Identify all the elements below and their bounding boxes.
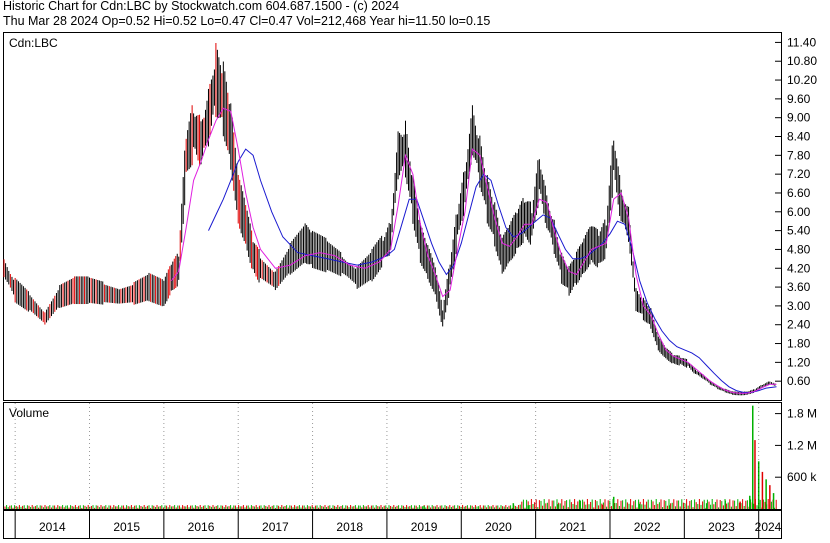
price-tick-label: 5.40 [787,224,811,238]
price-tick-label: 9.60 [787,92,811,106]
year-label: 2014 [39,520,66,534]
volume-label: Volume [9,406,49,420]
price-tick-label: 4.80 [787,242,811,256]
year-label: 2022 [634,520,661,534]
price-tick-label: 10.20 [787,73,817,87]
price-tick-label: 0.60 [787,374,811,388]
price-tick-label: 6.00 [787,205,811,219]
price-tick-label: 3.60 [787,280,811,294]
year-label: 2023 [708,520,735,534]
year-label: 2019 [411,520,438,534]
volume-tick-label: 1.8 M [787,407,817,421]
price-tick-label: 10.80 [787,54,817,68]
price-tick-label: 11.40 [787,35,816,49]
price-tick-label: 2.40 [787,318,811,332]
price-tick-label: 7.80 [787,148,811,162]
price-tick-label: 8.40 [787,130,811,144]
symbol-label: Cdn:LBC [9,36,58,50]
year-label: 2015 [113,520,140,534]
year-label: 2020 [485,520,512,534]
price-tick-label: 9.00 [787,111,811,125]
price-tick-label: 1.80 [787,337,811,351]
year-label: 2016 [188,520,215,534]
year-label: 2018 [336,520,363,534]
volume-tick-label: 1.2 M [787,438,817,452]
volume-panel [3,402,782,510]
price-tick-label: 6.60 [787,186,811,200]
price-tick-label: 7.20 [787,167,811,181]
year-label: 2017 [262,520,289,534]
year-label: 2021 [559,520,586,534]
price-tick-label: 4.20 [787,261,811,275]
year-label: 2024 [755,520,782,534]
price-tick-label: 1.20 [787,355,811,369]
stock-chart: Cdn:LBC 11.40 10.80 10.20 9.60 9.00 8.40 7.80 7… [3,32,817,539]
price-tick-label: 3.00 [787,299,811,313]
volume-tick-label: 600 k [787,470,817,484]
